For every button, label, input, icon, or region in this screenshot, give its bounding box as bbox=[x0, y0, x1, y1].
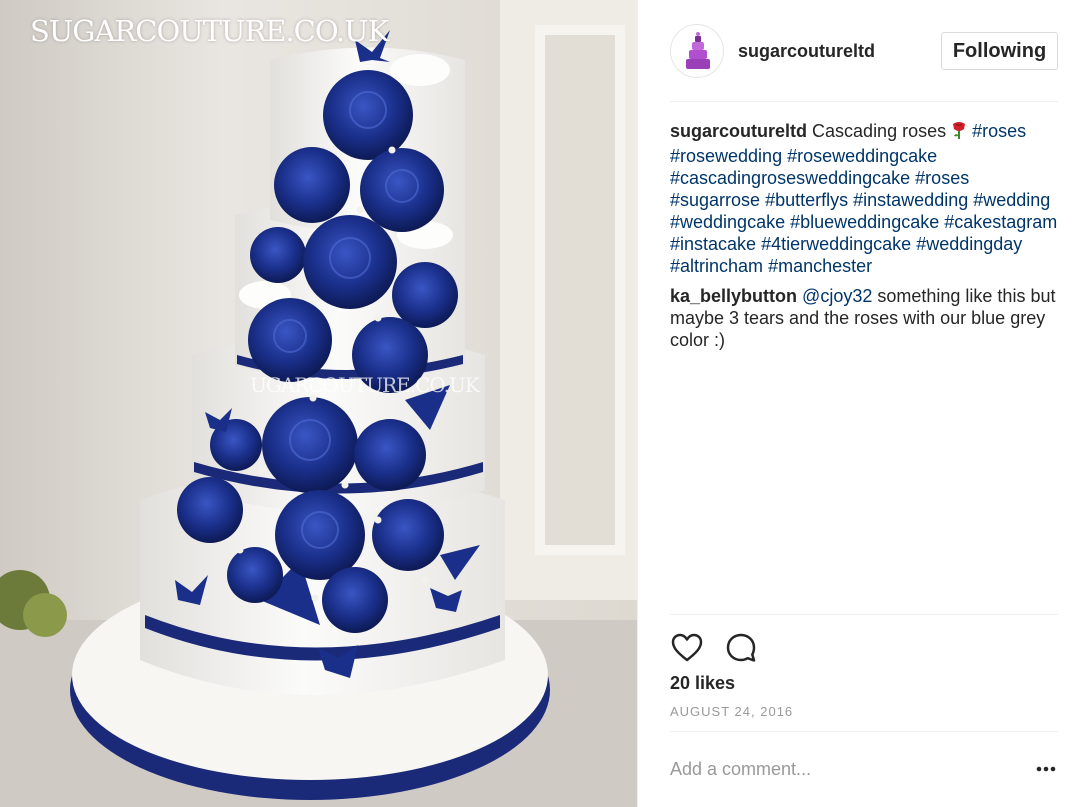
user-comment: ka_bellybutton @cjoy32 something like th… bbox=[670, 285, 1060, 351]
photo-watermark: SUGARCOUTURE.CO.UK bbox=[30, 14, 389, 48]
cake-image bbox=[0, 0, 637, 807]
hashtag-link[interactable]: #altrincham bbox=[670, 256, 763, 276]
photo-watermark-center: UGARCOUTURE.CO.UK bbox=[250, 373, 480, 397]
hashtag-link[interactable]: #blueweddingcake bbox=[790, 212, 939, 232]
avatar-cake-icon bbox=[686, 32, 710, 69]
action-bar bbox=[670, 614, 1058, 662]
hashtag-link[interactable]: #weddingday bbox=[916, 234, 1022, 254]
hashtag-link[interactable]: #instawedding bbox=[853, 190, 968, 210]
hashtag-link[interactable]: #sugarrose bbox=[670, 190, 760, 210]
hashtag-link[interactable]: #roses bbox=[915, 168, 969, 188]
post-details-panel: sugarcoutureltd Following sugarcouturelt… bbox=[637, 0, 1079, 807]
caption-hashtags: #roses #rosewedding #roseweddingcake #ca… bbox=[670, 121, 1057, 276]
post-photo[interactable]: SUGARCOUTURE.CO.UK UGARCOUTURE.CO.UK bbox=[0, 0, 637, 807]
hashtag-link[interactable]: #butterflys bbox=[765, 190, 848, 210]
hashtag-link[interactable]: #weddingcake bbox=[670, 212, 785, 232]
hashtag-link[interactable]: #manchester bbox=[768, 256, 872, 276]
rose-icon bbox=[951, 120, 967, 145]
hashtag-link[interactable]: #instacake bbox=[670, 234, 756, 254]
post-date[interactable]: August 24, 2016 bbox=[670, 704, 793, 719]
comment-icon[interactable] bbox=[724, 631, 758, 665]
more-icon[interactable] bbox=[1035, 758, 1057, 780]
comment-bar bbox=[670, 731, 1058, 807]
caption-text: Cascading roses bbox=[812, 121, 947, 141]
caption-comment: sugarcoutureltd Cascading roses #roses #… bbox=[670, 120, 1060, 277]
hashtag-link[interactable]: #cascadingrosesweddingcake bbox=[670, 168, 910, 188]
heart-icon[interactable] bbox=[670, 631, 704, 665]
hashtag-link[interactable]: #cakestagram bbox=[944, 212, 1057, 232]
post-header: sugarcoutureltd Following bbox=[670, 20, 1058, 102]
comment-username[interactable]: ka_bellybutton bbox=[670, 286, 797, 306]
hashtag-link[interactable]: #roses bbox=[972, 121, 1026, 141]
comment-mention[interactable]: @cjoy32 bbox=[802, 286, 872, 306]
hashtag-link[interactable]: #rosewedding bbox=[670, 146, 782, 166]
caption-username[interactable]: sugarcoutureltd bbox=[670, 121, 807, 141]
hashtag-link[interactable]: #4tierweddingcake bbox=[761, 234, 911, 254]
post-username[interactable]: sugarcoutureltd bbox=[738, 41, 875, 62]
hashtag-link[interactable]: #wedding bbox=[973, 190, 1050, 210]
following-button[interactable]: Following bbox=[941, 32, 1058, 70]
hashtag-link[interactable]: #roseweddingcake bbox=[787, 146, 937, 166]
comments-section: sugarcoutureltd Cascading roses #roses #… bbox=[670, 120, 1060, 359]
avatar[interactable] bbox=[670, 24, 724, 78]
add-comment-input[interactable] bbox=[670, 756, 1010, 782]
likes-count[interactable]: 20 likes bbox=[670, 673, 735, 694]
